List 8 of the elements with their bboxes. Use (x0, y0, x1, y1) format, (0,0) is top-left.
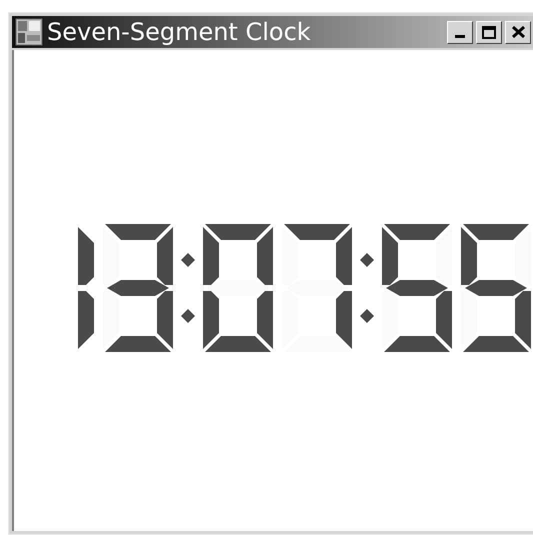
maximize-icon (482, 26, 496, 38)
minimize-button[interactable] (447, 20, 473, 44)
maximize-button[interactable] (476, 20, 502, 44)
minimize-icon (455, 34, 465, 38)
app-icon (15, 18, 43, 46)
window-title: Seven-Segment Clock (47, 20, 311, 44)
close-icon (512, 26, 524, 38)
close-button[interactable] (505, 20, 531, 44)
